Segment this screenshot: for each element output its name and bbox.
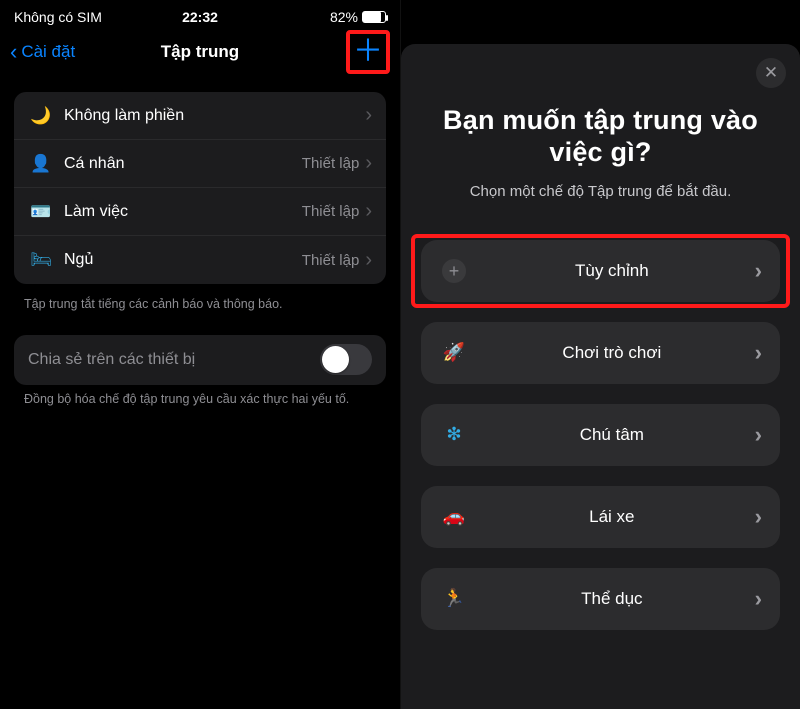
battery-icon	[362, 11, 386, 23]
option-label: Chú tâm	[469, 425, 755, 445]
status-time: 22:32	[138, 9, 262, 25]
chevron-left-icon: ‹	[10, 41, 17, 63]
focus-option[interactable]: ❇︎ Chú tâm›	[421, 404, 780, 466]
focus-mode-label: Không làm phiền	[64, 107, 365, 125]
focus-mode-detail: Thiết lập	[302, 252, 360, 269]
focus-picker-sheet: ✕ Bạn muốn tập trung vào việc gì? Chọn m…	[401, 44, 800, 709]
focus-mode-detail: Thiết lập	[302, 155, 360, 172]
option-label: Thể dục	[469, 589, 755, 609]
plus-circle-icon: +	[442, 259, 466, 283]
focus-option[interactable]: +Tùy chỉnh›	[421, 240, 780, 302]
share-footnote: Đồng bộ hóa chế độ tập trung yêu cầu xác…	[0, 385, 400, 408]
back-button[interactable]: ‹ Cài đặt	[10, 41, 75, 63]
focus-footnote: Tập trung tắt tiếng các cảnh báo và thôn…	[0, 290, 400, 313]
option-label: Chơi trò chơi	[469, 343, 755, 363]
chevron-right-icon: ›	[755, 504, 762, 530]
option-icon-wrap: ❇︎	[439, 424, 469, 445]
nav-header: ‹ Cài đặt Tập trung ＋	[0, 30, 400, 74]
focus-mode-row[interactable]: 🛏 NgủThiết lập ›	[14, 236, 386, 284]
chevron-right-icon: ›	[365, 152, 372, 175]
focus-options-list: +Tùy chỉnh›🚀Chơi trò chơi›❇︎Chú tâm›🚗Lái…	[421, 240, 780, 630]
focus-picker-screen: Không có SIM 22:32 82% ✕ Bạn muốn tập tr…	[400, 0, 800, 709]
bed-icon: 🛏	[28, 250, 54, 270]
add-focus-highlight: ＋	[346, 30, 390, 74]
focus-modes-list: 🌙Không làm phiền›👤Cá nhânThiết lập›🪪Làm …	[14, 92, 386, 284]
focus-mode-label: Làm việc	[64, 203, 302, 221]
chevron-right-icon: ›	[365, 200, 372, 223]
mindfulness-icon: ❇︎	[446, 424, 461, 445]
focus-mode-row[interactable]: 👤 Cá nhânThiết lập ›	[14, 140, 386, 188]
sheet-subheading: Chọn một chế độ Tập trung để bắt đầu.	[421, 183, 780, 200]
focus-mode-row[interactable]: 🌙 Không làm phiền›	[14, 92, 386, 140]
share-across-devices-group: Chia sẻ trên các thiết bị	[14, 335, 386, 385]
focus-mode-label: Ngủ	[64, 251, 302, 269]
status-right: 82%	[262, 9, 386, 25]
focus-settings-screen: Không có SIM 22:32 82% ‹ Cài đặt Tập tru…	[0, 0, 400, 709]
focus-mode-row[interactable]: 🪪 Làm việcThiết lập ›	[14, 188, 386, 236]
running-icon: 🏃	[443, 588, 465, 609]
chevron-right-icon: ›	[755, 258, 762, 284]
car-icon: 🚗	[443, 506, 465, 527]
person-icon: 👤	[28, 154, 54, 174]
status-bar: Không có SIM 22:32 82%	[0, 0, 400, 30]
option-icon-wrap: 🏃	[439, 588, 469, 609]
chevron-right-icon: ›	[755, 586, 762, 612]
chevron-right-icon: ›	[755, 340, 762, 366]
sheet-heading: Bạn muốn tập trung vào việc gì?	[421, 104, 780, 169]
option-icon-wrap: +	[439, 259, 469, 283]
add-focus-button[interactable]: ＋	[353, 37, 383, 67]
focus-option[interactable]: 🚗Lái xe›	[421, 486, 780, 548]
chevron-right-icon: ›	[755, 422, 762, 448]
share-across-devices-row[interactable]: Chia sẻ trên các thiết bị	[14, 335, 386, 385]
close-icon: ✕	[764, 63, 778, 83]
chevron-right-icon: ›	[365, 104, 372, 127]
share-label: Chia sẻ trên các thiết bị	[28, 351, 320, 369]
moon-icon: 🌙	[28, 106, 54, 126]
option-label: Tùy chỉnh	[469, 261, 755, 281]
option-label: Lái xe	[469, 507, 755, 527]
focus-option[interactable]: 🚀Chơi trò chơi›	[421, 322, 780, 384]
status-carrier: Không có SIM	[14, 9, 138, 25]
focus-mode-label: Cá nhân	[64, 155, 302, 173]
focus-option[interactable]: 🏃Thể dục›	[421, 568, 780, 630]
rocket-icon: 🚀	[443, 342, 465, 363]
close-button[interactable]: ✕	[756, 58, 786, 88]
option-icon-wrap: 🚀	[439, 342, 469, 363]
back-label: Cài đặt	[21, 42, 75, 62]
chevron-right-icon: ›	[365, 249, 372, 272]
status-battery-pct: 82%	[330, 9, 358, 25]
share-toggle[interactable]	[320, 344, 372, 375]
focus-mode-detail: Thiết lập	[302, 203, 360, 220]
badge-icon: 🪪	[28, 202, 54, 222]
option-icon-wrap: 🚗	[439, 506, 469, 527]
